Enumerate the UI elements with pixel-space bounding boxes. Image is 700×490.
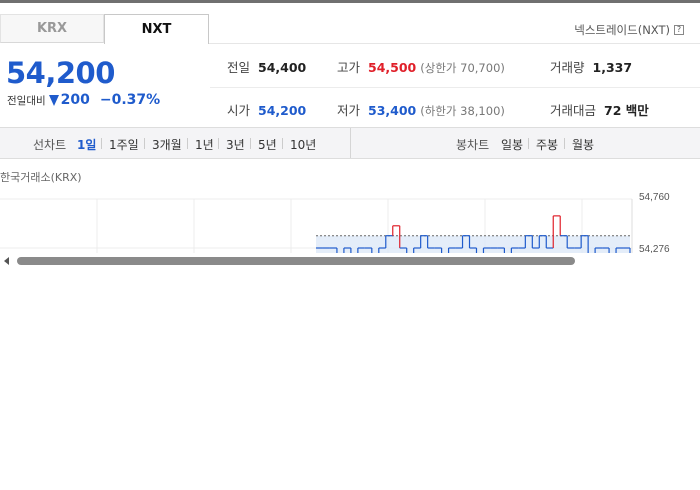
chart-plot (316, 215, 631, 255)
stock-quote-widget: KRX NXT 넥스트레이드(NXT) ? 54,200 전일대비 200 −0… (0, 3, 700, 255)
scroll-left-arrow-icon[interactable] (4, 257, 9, 265)
scroll-thumb[interactable] (17, 257, 575, 265)
intraday-chart: 54,760 54,276 (0, 192, 670, 255)
horizontal-scrollbar[interactable] (0, 253, 700, 268)
y-tick-label: 54,760 (639, 192, 670, 203)
